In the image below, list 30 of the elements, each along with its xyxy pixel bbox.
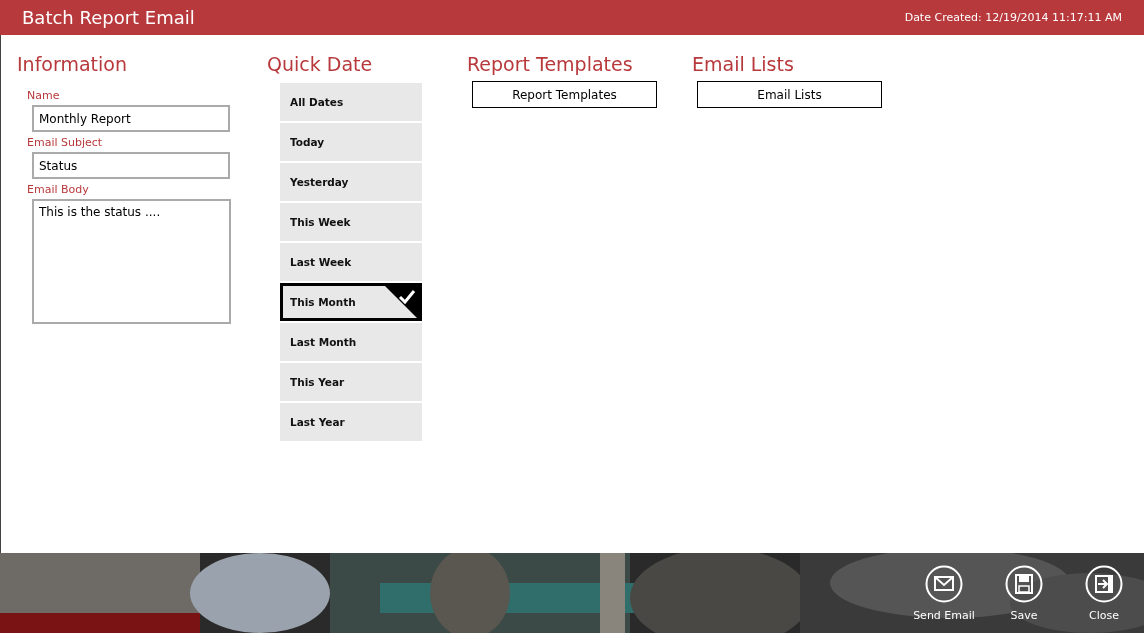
field-label: Name (27, 89, 60, 102)
mail-icon (925, 565, 963, 603)
action-button[interactable]: Close (1064, 565, 1144, 622)
date-option[interactable]: Last Month (280, 323, 422, 361)
section-heading: Information (17, 53, 127, 75)
section-heading: Email Lists (692, 53, 794, 75)
action-button[interactable]: Save (984, 565, 1064, 622)
date-option[interactable]: This Week (280, 203, 422, 241)
date-option[interactable]: Last Year (280, 403, 422, 441)
action-button[interactable]: Send Email (904, 565, 984, 622)
field-label: Email Body (27, 183, 89, 196)
date-option[interactable]: This Year (280, 363, 422, 401)
date-option[interactable]: Today (280, 123, 422, 161)
check-icon (384, 285, 420, 321)
email-lists-button[interactable]: Email Lists (697, 81, 882, 108)
text-field[interactable]: Status (32, 152, 230, 179)
date-created: Date Created: 12/19/2014 11:17:11 AM (904, 11, 1122, 24)
report-templates-button[interactable]: Report Templates (472, 81, 657, 108)
save-icon (1005, 565, 1043, 603)
field-label: Email Subject (27, 136, 103, 149)
date-option[interactable]: Last Week (280, 243, 422, 281)
date-option[interactable]: All Dates (280, 83, 422, 121)
date-option[interactable]: Yesterday (280, 163, 422, 201)
section-heading: Quick Date (267, 53, 373, 75)
date-option[interactable]: This Month (280, 283, 422, 321)
text-field[interactable]: Monthly Report (32, 105, 230, 132)
exit-icon (1085, 565, 1123, 603)
section-heading: Report Templates (467, 53, 633, 75)
text-area[interactable]: This is the status .... (32, 199, 231, 324)
window-title: Batch Report Email (22, 7, 195, 28)
